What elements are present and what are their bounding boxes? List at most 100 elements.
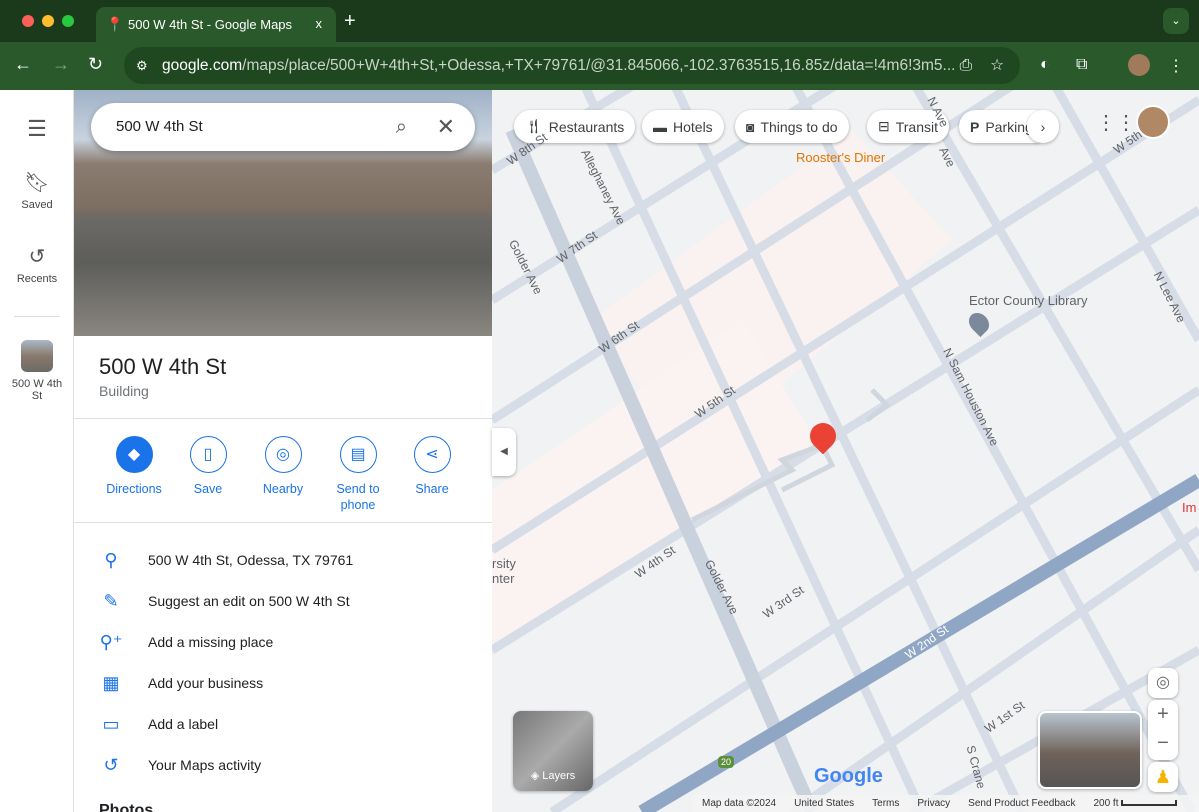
scale-bar[interactable]: 200 ft bbox=[1093, 798, 1178, 809]
rail-item-recents[interactable]: ↺ Recents bbox=[0, 244, 74, 285]
place-panel: 500 W 4th St ⌕ ✕ 500 W 4th St Building ◆… bbox=[74, 90, 492, 812]
share-icon: ⋖ bbox=[413, 436, 451, 473]
chip-things-to-do[interactable]: ◙ Things to do bbox=[735, 110, 849, 143]
tab-search-button[interactable]: ⌄ bbox=[1163, 8, 1189, 34]
add-missing-place-row[interactable]: ⚲⁺ Add a missing place bbox=[74, 624, 492, 660]
suggest-edit-row[interactable]: ✎ Suggest an edit on 500 W 4th St bbox=[74, 583, 492, 619]
address-text: 500 W 4th St, Odessa, TX 79761 bbox=[148, 552, 354, 568]
layers-button[interactable]: ◈ Layers bbox=[513, 711, 593, 791]
browser-toolbar: ← → ↻ ⚙ google.com/maps/place/500+W+4th+… bbox=[0, 42, 1199, 90]
location-pin-icon: ⚲ bbox=[104, 549, 118, 570]
send-to-phone-button[interactable]: ▤ Send to phone bbox=[321, 436, 395, 513]
reload-icon[interactable]: ↻ bbox=[88, 54, 103, 75]
extensions-puzzle-icon[interactable]: ⧉ bbox=[1076, 56, 1087, 74]
left-rail: ☰ 🔖︎ Saved ↺ Recents 500 W 4th St bbox=[0, 90, 74, 812]
place-category[interactable]: Building bbox=[99, 383, 149, 399]
divider bbox=[74, 418, 492, 419]
place-title: 500 W 4th St bbox=[99, 354, 227, 379]
logo-text: Google bbox=[814, 765, 883, 787]
terms-link[interactable]: Terms bbox=[872, 798, 899, 809]
chip-hotels[interactable]: ▬ Hotels bbox=[642, 110, 724, 143]
install-app-icon[interactable]: ⎙ bbox=[960, 57, 972, 75]
new-tab-button[interactable]: + bbox=[344, 10, 356, 33]
poi-hotel[interactable]: Im bbox=[1182, 500, 1196, 515]
crosshair-icon: ◎ bbox=[1156, 674, 1170, 691]
extension-icon[interactable]: ◐ bbox=[1040, 56, 1050, 74]
browser-tab[interactable]: 📍 500 W 4th St - Google Maps x bbox=[96, 7, 336, 42]
chips-next-button[interactable]: › bbox=[1027, 110, 1059, 143]
row-text: Suggest an edit on 500 W 4th St bbox=[148, 593, 350, 609]
address-bar[interactable]: ⚙ google.com/maps/place/500+W+4th+St,+Od… bbox=[124, 47, 1020, 84]
back-icon[interactable]: ← bbox=[14, 54, 32, 75]
address-row[interactable]: ⚲ 500 W 4th St, Odessa, TX 79761 bbox=[74, 542, 492, 578]
add-label-row[interactable]: ▭ Add a label bbox=[74, 706, 492, 742]
pegman-icon[interactable]: ♟ bbox=[1148, 762, 1178, 792]
rail-item-recent-place[interactable]: 500 W 4th St bbox=[0, 340, 74, 402]
action-label: Directions bbox=[106, 482, 162, 496]
layers-icon: ◈ bbox=[530, 770, 543, 782]
map-canvas[interactable]: 🍴︎ Restaurants ▬ Hotels ◙ Things to do ⊟ Tra… bbox=[492, 90, 1199, 812]
forward-icon[interactable]: → bbox=[52, 54, 70, 75]
row-text: Add your business bbox=[148, 675, 264, 691]
close-tab-icon[interactable]: x bbox=[316, 16, 323, 31]
profile-avatar[interactable] bbox=[1128, 54, 1150, 76]
rail-label: Saved bbox=[21, 199, 53, 211]
chip-label: Parking bbox=[985, 118, 1033, 135]
chip-label: Restaurants bbox=[548, 118, 625, 135]
collapse-panel-button[interactable]: ◀ bbox=[492, 428, 516, 476]
action-label: Nearby bbox=[262, 482, 304, 496]
close-window-button[interactable] bbox=[22, 15, 34, 27]
maximize-window-button[interactable] bbox=[62, 15, 74, 27]
minimize-window-button[interactable] bbox=[42, 15, 54, 27]
save-button[interactable]: ▯ Save bbox=[171, 436, 245, 497]
row-text: Add a label bbox=[148, 716, 219, 732]
photos-heading: Photos bbox=[99, 802, 154, 812]
layers-label: Layers bbox=[542, 770, 576, 782]
poi-university-center[interactable]: rsity nter bbox=[492, 556, 516, 586]
url-path: /maps/place/500+W+4th+St,+Odessa,+TX+797… bbox=[242, 56, 956, 74]
action-label: Save bbox=[193, 482, 223, 496]
country-link[interactable]: United States bbox=[794, 798, 854, 809]
close-icon[interactable]: ✕ bbox=[437, 103, 455, 151]
maps-activity-row[interactable]: ↺ Your Maps activity bbox=[74, 747, 492, 783]
history-icon: ↺ bbox=[28, 246, 46, 268]
map-roads bbox=[492, 90, 1199, 812]
zoom-out-button[interactable]: − bbox=[1148, 729, 1178, 758]
chip-label: Things to do bbox=[760, 118, 838, 135]
site-info-icon[interactable]: ⚙ bbox=[136, 58, 148, 74]
rail-label: Recents bbox=[16, 273, 58, 285]
tab-bar: 📍 500 W 4th St - Google Maps x + ⌄ bbox=[0, 0, 1199, 42]
place-thumbnail bbox=[21, 340, 53, 372]
chip-label: Transit bbox=[895, 118, 939, 135]
map-data-text: Map data ©2024 bbox=[702, 798, 777, 809]
my-location-button[interactable]: ◎ bbox=[1148, 668, 1178, 698]
rail-item-saved[interactable]: 🔖︎ Saved bbox=[0, 170, 74, 211]
directions-button[interactable]: ◆ Directions bbox=[97, 436, 171, 497]
bookmark-star-icon[interactable]: ☆ bbox=[990, 56, 1004, 75]
zoom-in-button[interactable]: + bbox=[1148, 700, 1178, 729]
add-business-icon: ▦ bbox=[102, 672, 120, 693]
poi-roosters-diner[interactable]: Rooster's Diner bbox=[796, 150, 885, 165]
pencil-icon: ✎ bbox=[103, 590, 119, 611]
maps-favicon-icon: 📍 bbox=[106, 16, 124, 32]
street-view-thumbnail[interactable] bbox=[1038, 711, 1142, 789]
search-value: 500 W 4th St bbox=[116, 118, 203, 135]
poi-ector-county-library[interactable]: Ector County Library bbox=[969, 293, 1088, 308]
search-icon[interactable]: ⌕ bbox=[396, 103, 407, 151]
bookmark-icon: 🔖︎ bbox=[24, 172, 50, 194]
add-place-icon: ⚲⁺ bbox=[99, 631, 123, 652]
feedback-link[interactable]: Send Product Feedback bbox=[968, 798, 1075, 809]
scale-label: 200 ft bbox=[1093, 798, 1119, 809]
menu-icon[interactable]: ☰ bbox=[0, 116, 74, 142]
add-business-row[interactable]: ▦ Add your business bbox=[74, 665, 492, 701]
camera-icon: ◙ bbox=[746, 118, 755, 135]
train-icon: ⊟ bbox=[878, 118, 890, 134]
more-menu-icon[interactable]: ⋮ bbox=[1168, 56, 1184, 76]
scale-line bbox=[1121, 800, 1178, 806]
chip-label: Hotels bbox=[673, 118, 713, 135]
search-input[interactable]: 500 W 4th St ⌕ ✕ bbox=[91, 103, 475, 151]
privacy-link[interactable]: Privacy bbox=[917, 798, 950, 809]
tab-title: 500 W 4th St - Google Maps bbox=[128, 17, 293, 32]
nearby-button[interactable]: ◎ Nearby bbox=[246, 436, 320, 497]
share-button[interactable]: ⋖ Share bbox=[395, 436, 469, 497]
